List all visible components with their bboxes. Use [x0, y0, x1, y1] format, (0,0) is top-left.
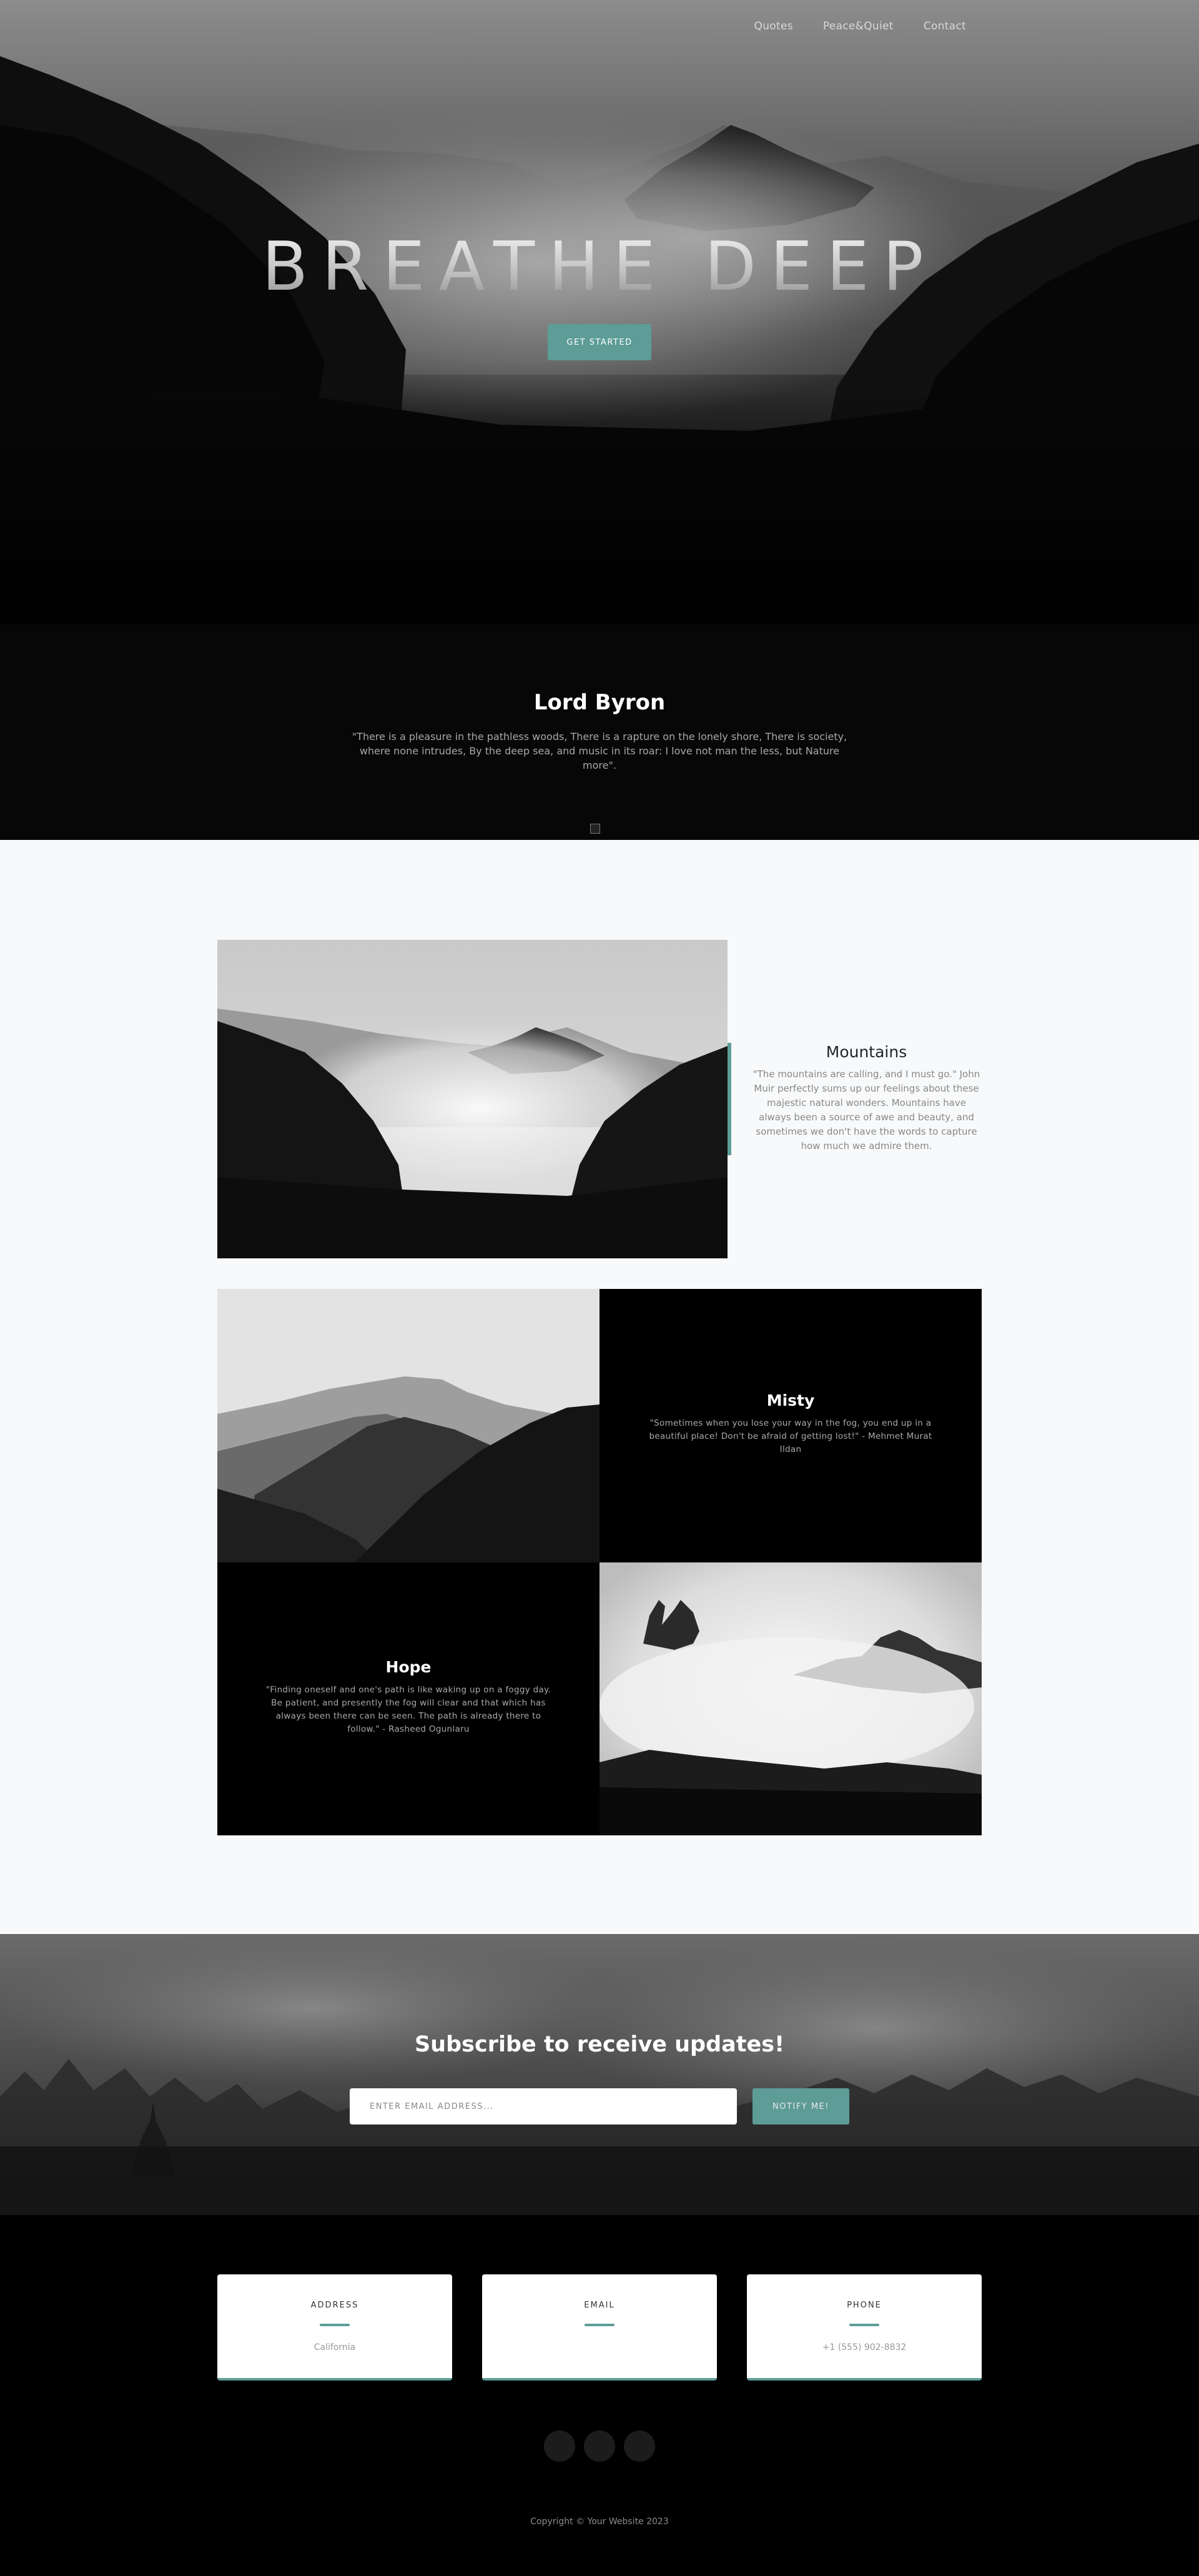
hope-panel: Hope "Finding oneself and one's path is …: [217, 1562, 600, 1835]
mountains-description: "The mountains are calling, and I must g…: [752, 1068, 980, 1152]
broken-image-icon: [590, 824, 600, 834]
notify-me-button[interactable]: NOTIFY ME!: [752, 2088, 849, 2124]
email-divider: [585, 2324, 614, 2326]
social-facebook-icon[interactable]: [584, 2430, 615, 2462]
social-github-icon[interactable]: [624, 2430, 655, 2462]
address-card: ADDRESS California: [217, 2274, 452, 2381]
phone-card: PHONE +1 (555) 902-8832: [747, 2274, 982, 2381]
nav-item-peace-quiet[interactable]: Peace&Quiet: [823, 20, 894, 32]
contact-section: ADDRESS California EMAIL PHONE +1 (555) …: [0, 2215, 1199, 2576]
gallery-section: Mountains "The mountains are calling, an…: [0, 840, 1199, 1934]
address-label: ADDRESS: [310, 2301, 359, 2310]
top-nav: Quotes Peace&Quiet Contact: [754, 20, 966, 32]
get-started-button[interactable]: GET STARTED: [548, 324, 651, 360]
foggy-peaks-image: [600, 1562, 982, 1835]
mountains-accent-bar: [728, 1043, 731, 1155]
subscribe-section: Subscribe to receive updates! NOTIFY ME!: [0, 1934, 1199, 2215]
email-card: EMAIL: [482, 2274, 717, 2381]
misty-description: "Sometimes when you lose your way in the…: [649, 1418, 932, 1454]
nav-item-contact[interactable]: Contact: [924, 20, 966, 32]
phone-value: +1 (555) 902-8832: [822, 2342, 907, 2352]
address-value: California: [313, 2342, 356, 2352]
hope-title: Hope: [385, 1658, 432, 1676]
copyright-text: Copyright © Your Website 2023: [530, 2517, 669, 2527]
foggy-forest-image: [0, 1934, 1199, 2215]
mountains-title: Mountains: [826, 1043, 907, 1061]
mountains-image: [217, 940, 728, 1258]
email-label: EMAIL: [584, 2301, 615, 2310]
social-twitter-icon[interactable]: [544, 2430, 575, 2462]
email-input[interactable]: [350, 2088, 737, 2124]
phone-label: PHONE: [847, 2301, 882, 2310]
misty-panel: Misty "Sometimes when you lose your way …: [600, 1289, 982, 1562]
hero-section: Quotes Peace&Quiet Contact BREATHE DEEP …: [0, 0, 1199, 840]
subscribe-title: Subscribe to receive updates!: [414, 2032, 785, 2057]
hills-image: [217, 1289, 600, 1562]
hope-text-block: Hope "Finding oneself and one's path is …: [261, 1658, 556, 1736]
address-divider: [320, 2324, 350, 2326]
hero-title: BREATHE DEEP: [0, 228, 1199, 306]
nav-item-quotes[interactable]: Quotes: [754, 20, 793, 32]
byron-quote: "There is a pleasure in the pathless woo…: [352, 731, 847, 771]
phone-divider: [849, 2324, 879, 2326]
misty-text-block: Misty "Sometimes when you lose your way …: [643, 1391, 938, 1456]
mountains-text-block: Mountains "The mountains are calling, an…: [749, 1043, 984, 1153]
hope-description: "Finding oneself and one's path is like …: [265, 1685, 551, 1734]
misty-title: Misty: [766, 1391, 815, 1409]
byron-title: Lord Byron: [533, 690, 666, 715]
